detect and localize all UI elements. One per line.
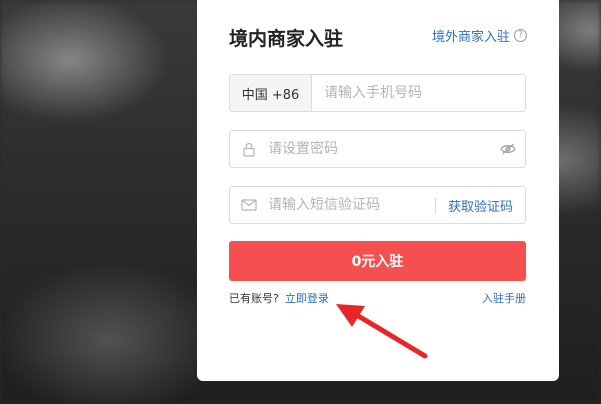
field-divider: [434, 197, 436, 213]
phone-field: 中国 +86: [229, 74, 526, 112]
login-prompt: 已有账号? 立即登录: [229, 290, 329, 306]
login-link[interactable]: 立即登录: [285, 292, 329, 305]
merchant-manual-link[interactable]: 入驻手册: [482, 290, 526, 306]
country-code-select[interactable]: 中国 +86: [230, 75, 312, 111]
get-code-button[interactable]: 获取验证码: [448, 196, 525, 215]
eye-hidden-icon[interactable]: [491, 143, 525, 155]
password-field: [229, 130, 526, 168]
has-account-text: 已有账号?: [229, 292, 279, 305]
page-title: 境内商家入驻: [229, 28, 344, 50]
password-input[interactable]: [268, 131, 491, 167]
mail-icon: [230, 199, 268, 211]
registration-card: 境内商家入驻 境外商家入驻 ? 中国 +86 请输入手机号码 请输入短信验证码 …: [197, 0, 559, 381]
phone-input[interactable]: [312, 75, 525, 111]
footer-links: 已有账号? 立即登录 入驻手册: [229, 290, 526, 306]
overseas-merchant-link[interactable]: 境外商家入驻 ?: [432, 26, 527, 45]
sms-code-input[interactable]: [268, 187, 435, 223]
question-circle-icon[interactable]: ?: [514, 29, 527, 42]
overseas-link-label: 境外商家入驻: [431, 30, 510, 45]
sms-code-field: 获取验证码: [229, 186, 526, 224]
lock-icon: [230, 142, 268, 157]
register-button[interactable]: 0元入驻: [229, 241, 526, 281]
